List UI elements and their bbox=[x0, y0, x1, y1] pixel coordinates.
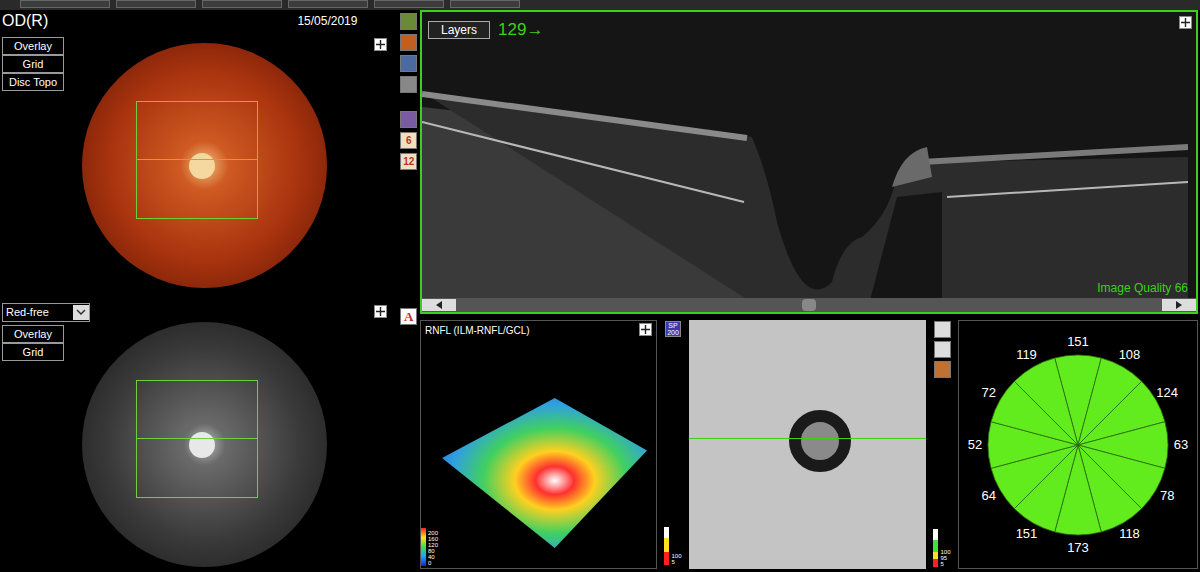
photo-column: OD(R)15/05/2019OverlayGridDisc TopoRed-f… bbox=[0, 10, 397, 572]
chevron-down-icon bbox=[76, 309, 86, 315]
scale-label: 5 bbox=[940, 561, 950, 567]
toolbar-tab[interactable] bbox=[202, 0, 282, 8]
expand-arrows-icon bbox=[376, 40, 385, 49]
scan-area-overlay bbox=[136, 101, 258, 219]
clock-chart: 151 108 124 63 78 118 173 151 64 52 72 119 bbox=[959, 325, 1197, 565]
red-free-panel: Red-free OverlayGrid bbox=[0, 303, 397, 567]
clock-label: 173 bbox=[1063, 540, 1093, 555]
clock-label: 63 bbox=[1166, 437, 1196, 452]
header: OD(R) 15/05/2019 bbox=[0, 10, 397, 32]
scan-line bbox=[137, 438, 257, 439]
color-photo-panel: OD(R) 15/05/2019 OverlayGridDisc Topo bbox=[0, 10, 397, 303]
panel-button[interactable]: Overlay bbox=[2, 325, 64, 343]
enface-image bbox=[689, 320, 926, 569]
expand-arrows-icon bbox=[1181, 18, 1190, 27]
analysis-column: Layers 129→ Image Quality 66 RNFL (ILM-RNFL… bbox=[420, 10, 1200, 572]
tool-column: 6 12 A bbox=[397, 10, 420, 572]
expand-arrows-icon bbox=[641, 325, 650, 334]
clock-label: 108 bbox=[1115, 347, 1145, 362]
tool-icon[interactable] bbox=[934, 341, 951, 358]
panel-button[interactable]: Disc Topo bbox=[2, 73, 64, 91]
sp-badge: SP200 bbox=[665, 321, 681, 337]
tool-icon[interactable] bbox=[400, 111, 417, 128]
clock-panel: 151 108 124 63 78 118 173 151 64 52 72 119 bbox=[958, 320, 1198, 569]
scan-area-overlay bbox=[136, 380, 258, 498]
scale-label: 5 bbox=[671, 559, 681, 565]
scan-line bbox=[137, 159, 257, 160]
fundus-photo bbox=[82, 43, 327, 288]
scale-label: 0 bbox=[428, 560, 438, 566]
toolbar-tab[interactable] bbox=[374, 0, 444, 8]
arrow-right-icon[interactable] bbox=[1175, 301, 1183, 309]
tool-icon[interactable] bbox=[400, 55, 417, 72]
color-scale: 20016012080400 bbox=[421, 528, 438, 568]
clock-label: 151 bbox=[1012, 526, 1042, 541]
scale-label: 95 bbox=[940, 555, 950, 561]
panel-button[interactable]: Grid bbox=[2, 55, 64, 73]
scale-bar bbox=[421, 528, 426, 566]
expand-arrows-icon bbox=[376, 307, 385, 316]
color-scale: 100955 bbox=[933, 529, 950, 569]
arrow-left-icon[interactable] bbox=[435, 301, 443, 309]
expand-icon[interactable] bbox=[1179, 16, 1192, 29]
eye-label: OD(R) bbox=[2, 9, 48, 33]
clock-label: 78 bbox=[1152, 488, 1182, 503]
clock-label: 118 bbox=[1115, 526, 1145, 541]
clock-label: 72 bbox=[974, 385, 1004, 400]
slice-number: 129→ bbox=[498, 17, 543, 43]
tool-icon[interactable] bbox=[934, 321, 951, 338]
scale-label: 200 bbox=[428, 530, 438, 536]
scroll-thumb[interactable] bbox=[802, 299, 816, 311]
top-toolbar bbox=[0, 0, 1200, 10]
panel-button[interactable]: Overlay bbox=[2, 37, 64, 55]
rnfl-map-panel: RNFL (ILM-RNFL/GCL) 20016012080400 bbox=[420, 320, 657, 569]
optic-disc bbox=[189, 432, 215, 458]
toolbar-tab[interactable] bbox=[116, 0, 196, 8]
disc-ring bbox=[789, 410, 851, 472]
tool-icon[interactable] bbox=[934, 361, 951, 378]
layers-button[interactable]: Layers bbox=[428, 21, 490, 39]
toolbar-tab[interactable] bbox=[20, 0, 110, 8]
color-scale: 1005 bbox=[664, 527, 681, 567]
bscan-panel: Layers 129→ Image Quality 66 bbox=[420, 10, 1198, 314]
bscan-image-icon bbox=[422, 12, 1188, 312]
optic-disc bbox=[189, 153, 215, 179]
scale-label: 160 bbox=[428, 536, 438, 542]
tool-icon[interactable]: 12 bbox=[400, 153, 417, 170]
panel-button[interactable]: Grid bbox=[2, 343, 64, 361]
exam-date: 15/05/2019 bbox=[297, 12, 357, 30]
tool-icon[interactable] bbox=[400, 34, 417, 51]
rnfl-3d-map bbox=[442, 398, 647, 548]
clock-label: 119 bbox=[1012, 347, 1042, 362]
clock-sectors-icon bbox=[959, 325, 1197, 565]
clock-label: 124 bbox=[1152, 385, 1182, 400]
scale-label: 100 bbox=[940, 549, 950, 555]
clock-label: 151 bbox=[1063, 334, 1093, 349]
scale-bar bbox=[933, 529, 938, 567]
clock-label: 64 bbox=[974, 488, 1004, 503]
scale-label: 120 bbox=[428, 542, 438, 548]
tool-icon[interactable] bbox=[400, 76, 417, 93]
bscan-scrollbar[interactable] bbox=[422, 298, 1196, 312]
expand-icon[interactable] bbox=[639, 323, 652, 336]
clock-label: 52 bbox=[960, 437, 990, 452]
rnfl-title: RNFL (ILM-RNFL/GCL) bbox=[425, 323, 530, 338]
scan-line bbox=[689, 438, 926, 439]
toolbar-tab[interactable] bbox=[450, 0, 520, 8]
fundus-photo bbox=[82, 322, 327, 567]
tool-icon[interactable]: A bbox=[400, 308, 417, 325]
oct-viewer: OD(R)15/05/2019OverlayGridDisc TopoRed-f… bbox=[0, 0, 1200, 572]
scale-label: 40 bbox=[428, 554, 438, 560]
scale-label: 100 bbox=[671, 553, 681, 559]
image-select[interactable]: Red-free bbox=[2, 303, 90, 322]
tool-icon[interactable]: 6 bbox=[400, 132, 417, 149]
scale-bar bbox=[664, 527, 669, 565]
tool-icon[interactable] bbox=[400, 13, 417, 30]
image-quality: Image Quality 66 bbox=[1097, 279, 1188, 297]
scale-label: 80 bbox=[428, 548, 438, 554]
expand-icon[interactable] bbox=[374, 305, 387, 318]
toolbar-tab[interactable] bbox=[288, 0, 368, 8]
expand-icon[interactable] bbox=[374, 38, 387, 51]
clock-sector[interactable] bbox=[1014, 358, 1078, 445]
